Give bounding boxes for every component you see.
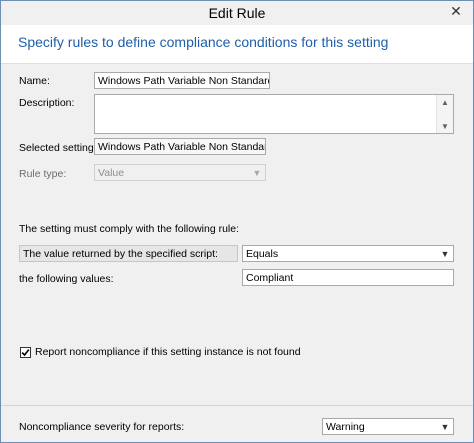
report-noncompliance-checkbox[interactable]	[20, 347, 31, 358]
dialog-footer: Noncompliance severity for reports: Warn…	[1, 405, 473, 442]
rule-operand-label: The value returned by the specified scri…	[19, 245, 238, 262]
dialog-body: Name: Windows Path Variable Non Standard…	[1, 64, 473, 405]
dialog-header: Specify rules to define compliance condi…	[1, 25, 473, 64]
title-bar: Edit Rule ✕	[1, 1, 473, 25]
rule-intro-text: The setting must comply with the followi…	[19, 223, 240, 235]
scroll-down-icon[interactable]: ▼	[437, 119, 453, 133]
report-noncompliance-label[interactable]: Report noncompliance if this setting ins…	[35, 346, 301, 358]
rule-type-value: Value	[98, 167, 125, 179]
name-label: Name:	[19, 75, 50, 87]
rule-operator-select[interactable]: Equals ▼	[242, 245, 454, 262]
chevron-down-icon: ▼	[252, 168, 262, 178]
name-input[interactable]: Windows Path Variable Non Standard	[94, 72, 270, 89]
window-title: Edit Rule	[208, 5, 266, 21]
close-icon: ✕	[450, 2, 462, 19]
rule-type-select[interactable]: Value ▼	[94, 164, 266, 181]
chevron-down-icon: ▼	[440, 422, 450, 432]
rule-operator-value: Equals	[246, 248, 279, 260]
following-values-input[interactable]: Compliant	[242, 269, 454, 286]
scroll-up-icon[interactable]: ▲	[437, 95, 453, 109]
description-textarea[interactable]: ▲ ▼	[94, 94, 454, 134]
description-label: Description:	[19, 97, 75, 109]
header-instructions: Specify rules to define compliance condi…	[18, 34, 389, 50]
selected-setting-label: Selected setting:	[19, 142, 97, 154]
severity-value: Warning	[326, 421, 365, 433]
chevron-down-icon: ▼	[440, 249, 450, 259]
selected-setting-field[interactable]: Windows Path Variable Non Standard \ Win…	[94, 138, 266, 155]
following-values-label: the following values:	[19, 273, 114, 285]
rule-type-label: Rule type:	[19, 168, 67, 180]
severity-label: Noncompliance severity for reports:	[19, 421, 185, 433]
edit-rule-dialog: Edit Rule ✕ Specify rules to define comp…	[0, 0, 474, 443]
description-scrollbar[interactable]: ▲ ▼	[436, 95, 453, 133]
close-button[interactable]: ✕	[440, 1, 472, 21]
severity-select[interactable]: Warning ▼	[322, 418, 454, 435]
checkmark-icon	[21, 349, 30, 357]
